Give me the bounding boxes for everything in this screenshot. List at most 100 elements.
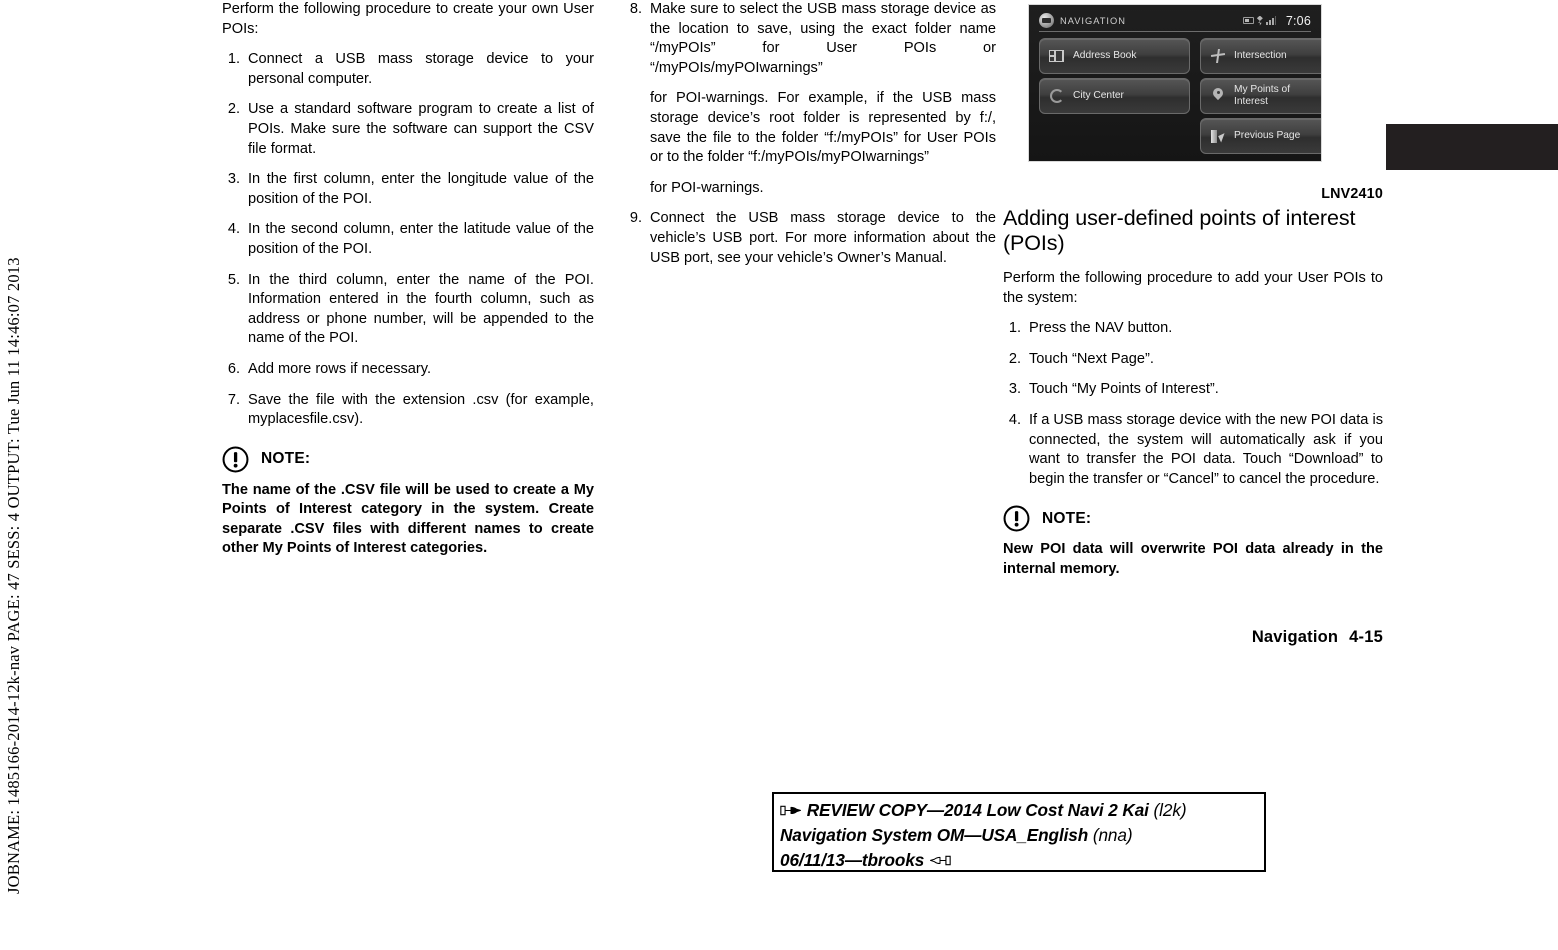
footer-page-number: 4-15 [1349,628,1383,646]
list-item: 1. Connect a USB mass storage device to … [222,50,594,89]
previous-page-icon [1209,127,1227,145]
note-body: New POI data will overwrite POI data alr… [1003,541,1383,577]
list-text: Connect the USB mass storage device to t… [650,210,996,266]
note-body: The name of the .CSV file will be used t… [222,481,594,557]
list-text: Connect a USB mass storage device to you… [248,51,594,87]
list-number: 3. [1008,381,1021,398]
review-copy-stamp: REVIEW COPY—2014 Low Cost Navi 2 Kai (l2… [772,792,1266,872]
bluetooth-icon [1256,15,1263,26]
note-label: NOTE: [261,450,311,468]
text-column-3: Adding user-defined points of interest (… [1003,206,1383,580]
chapter-edge-tab [1386,124,1558,170]
exclamation-circle-icon [222,446,249,473]
nav-screen: NAVIGATION 7:06 Address Book Intersectio… [1029,5,1321,161]
navigation-screen-figure: NAVIGATION 7:06 Address Book Intersectio… [1028,4,1322,162]
nav-button-label: My Points of Interest [1234,84,1290,108]
nav-clock: 7:06 [1285,13,1311,28]
nav-screen-title: NAVIGATION [1060,15,1126,26]
nav-status-icons: 7:06 [1242,13,1311,28]
intersection-icon [1209,47,1227,65]
list-number: 8. [629,1,642,17]
nav-button-label: City Center [1073,90,1124,101]
nav-button-label: Address Book [1073,50,1137,61]
list-text: Touch “My Points of Interest”. [1029,381,1219,398]
list-text: Touch “Next Page”. [1029,350,1154,367]
list-number: 2. [1008,350,1021,367]
note-label: NOTE: [1042,510,1092,528]
list-number: 9. [629,210,642,227]
list-number: 4. [227,221,240,238]
text-column-1: Perform the following procedure to creat… [222,0,594,559]
list-item: 2. Touch “Next Page”. [1003,350,1383,370]
list-text: Use a standard software program to creat… [248,101,594,157]
list-item: 2. Use a standard software program to cr… [222,100,594,159]
page-title-line1: Adding user-defined points of interest [1003,206,1356,230]
list-text: Make sure to select the USB mass storage… [650,1,996,76]
review-line2-tail: (nna) [1092,825,1133,845]
list-text: Add more rows if necessary. [248,360,432,377]
nav-button-address-book[interactable]: Address Book [1039,38,1190,74]
list-item: 6. Add more rows if necessary. [222,360,594,380]
list-item: 8. Make sure to select the USB mass stor… [624,0,996,198]
list-number: 5. [227,271,240,288]
review-line1-bold: REVIEW COPY—2014 Low Cost Navi 2 Kai [806,800,1149,820]
nav-button-label-line1: My Points of [1234,84,1291,95]
list-number: 1. [1008,320,1021,337]
list-number: 2. [227,101,240,118]
map-pin-icon [1209,87,1227,105]
list-number: 4. [1008,411,1021,428]
exclamation-circle-icon [1003,505,1030,532]
list-item: 4. If a USB mass storage device with the… [1003,411,1383,489]
review-line1-tail: (l2k) [1153,800,1187,820]
page-footer: Navigation 4-15 [1003,628,1383,647]
nav-button-label: Previous Page [1234,130,1301,141]
nav-button-grid: Address Book Intersection City Center My… [1039,38,1321,154]
list-text: In the first column, enter the longitude… [248,171,594,207]
nav-button-label-line2: Interest [1234,96,1268,107]
nav-status-bar: NAVIGATION 7:06 [1039,10,1311,32]
pointing-hand-right-icon [780,800,807,820]
list-text-group: Make sure to select the USB mass storage… [650,0,996,198]
list-text: In the third column, enter the name of t… [248,271,594,347]
list-number: 7. [227,391,240,408]
review-line3-bold: 06/11/13—tbrooks [780,850,925,870]
pointing-hand-left-icon [929,850,951,870]
list-item: 9. Connect the USB mass storage device t… [624,209,996,268]
list-number: 6. [227,360,240,377]
page-title: Adding user-defined points of interest (… [1003,206,1383,256]
list-text: Save the file with the extension .csv (f… [248,391,594,428]
note-header: NOTE: [222,446,594,473]
document-page: Perform the following procedure to creat… [0,0,1558,950]
list-item: 3. In the first column, enter the longit… [222,170,594,209]
nav-button-label: Intersection [1234,50,1287,61]
nav-button-city-center[interactable]: City Center [1039,78,1190,114]
navigation-logo-icon [1039,13,1054,28]
list-number: 3. [227,171,240,188]
note-header: NOTE: [1003,505,1383,532]
list-subtext-1: for POI-warnings. For example, if the US… [650,90,996,166]
review-line2-bold: Navigation System OM—USA_English [780,825,1089,845]
page-title-line2: (POIs) [1003,231,1065,255]
col3-intro-paragraph: Perform the following procedure to add y… [1003,270,1383,306]
text-column-2: 8. Make sure to select the USB mass stor… [624,0,996,279]
city-center-icon [1048,87,1066,105]
signal-icon [1265,16,1276,25]
list-item: 3. Touch “My Points of Interest”. [1003,380,1383,400]
address-book-icon [1048,47,1066,65]
nav-button-previous-page[interactable]: Previous Page [1200,118,1321,154]
battery-icon [1242,17,1254,24]
nav-button-my-points-of-interest[interactable]: My Points of Interest [1200,78,1321,114]
list-subtext-2: for POI-warnings. [650,179,764,196]
figure-caption: LNV2410 [1321,186,1383,202]
list-text: If a USB mass storage device with the ne… [1029,411,1383,487]
list-item: 7. Save the file with the extension .csv… [222,391,594,430]
list-item: 1. Press the NAV button. [1003,319,1383,339]
list-number: 1. [227,51,240,68]
list-item: 4. In the second column, enter the latit… [222,220,594,259]
col1-intro-paragraph: Perform the following procedure to creat… [222,1,594,37]
footer-section-name: Navigation [1251,628,1339,646]
nav-button-intersection[interactable]: Intersection [1200,38,1321,74]
list-text: Press the NAV button. [1029,320,1173,337]
list-item: 5. In the third column, enter the name o… [222,271,594,349]
list-text: In the second column, enter the latitude… [248,221,594,257]
